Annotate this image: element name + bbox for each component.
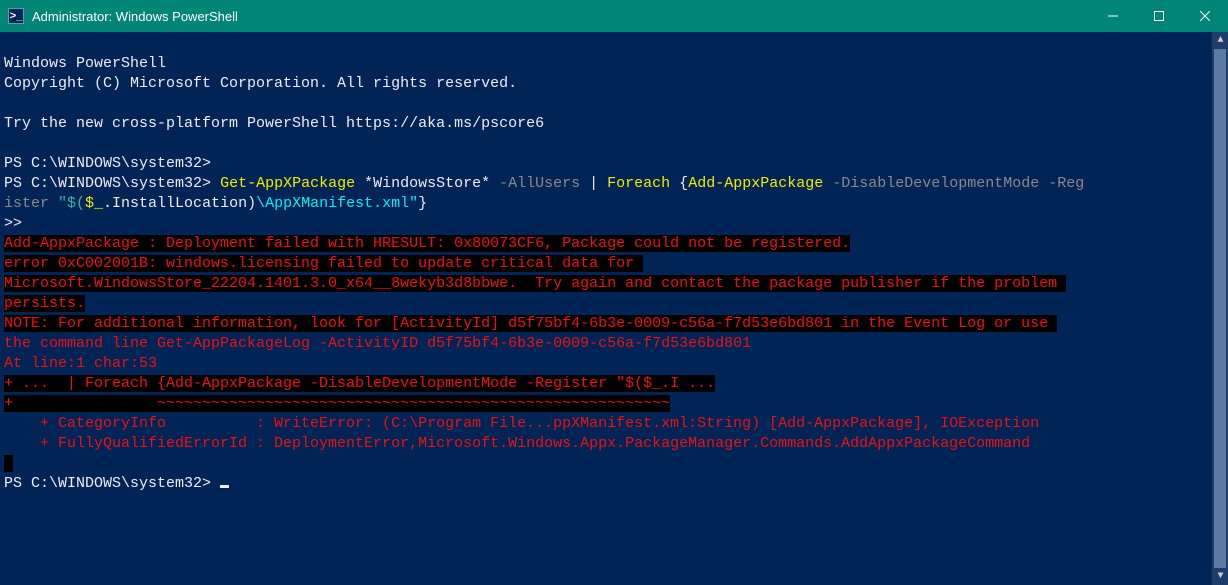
cmd-brace-open: { bbox=[670, 175, 688, 192]
scroll-track[interactable] bbox=[1212, 49, 1228, 568]
cmd-foreach: Foreach bbox=[607, 175, 670, 192]
maximize-button[interactable] bbox=[1136, 0, 1182, 32]
scroll-down-arrow-icon[interactable]: ▼ bbox=[1212, 568, 1228, 585]
error-line-3a: Microsoft.WindowsStore_22204.1401.3.0_x6… bbox=[4, 275, 1066, 292]
cmd-quote-open: "$( bbox=[58, 195, 85, 212]
error-line-4: NOTE: For additional information, look f… bbox=[4, 315, 1057, 332]
console-output[interactable]: Windows PowerShell Copyright (C) Microso… bbox=[0, 32, 1211, 585]
vertical-scrollbar[interactable]: ▲ ▼ bbox=[1211, 32, 1228, 585]
error-line-6: At line:1 char:53 bbox=[4, 355, 157, 372]
error-line-3b: persists. bbox=[4, 295, 85, 312]
header-line-1: Windows PowerShell bbox=[4, 55, 166, 72]
window-title: Administrator: Windows PowerShell bbox=[32, 9, 238, 24]
error-line-errorid: + FullyQualifiedErrorId : DeploymentErro… bbox=[4, 435, 1030, 452]
cmd-getappx: Get-AppXPackage bbox=[220, 175, 355, 192]
cmd-allusers: -AllUsers bbox=[499, 175, 580, 192]
cmd-var: $_ bbox=[85, 195, 103, 212]
close-button[interactable] bbox=[1182, 0, 1228, 32]
scroll-up-arrow-icon[interactable]: ▲ bbox=[1212, 32, 1228, 49]
prompt-1: PS C:\WINDOWS\system32> bbox=[4, 155, 211, 172]
cmd-arg-store: *WindowsStore* bbox=[355, 175, 499, 192]
error-line-8: + ~~~~~~~~~~~~~~~~~~~~~~~~~~~~~~~~~~~~~~… bbox=[4, 395, 670, 412]
cmd-addappx: Add-AppxPackage bbox=[688, 175, 823, 192]
error-trailing-space bbox=[4, 455, 13, 472]
console-area: Windows PowerShell Copyright (C) Microso… bbox=[0, 32, 1228, 585]
prompt-3: PS C:\WINDOWS\system32> bbox=[4, 475, 211, 492]
error-line-category: + CategoryInfo : WriteError: (C:\Program… bbox=[4, 415, 1039, 432]
try-powershell-line: Try the new cross-platform PowerShell ht… bbox=[4, 115, 544, 132]
header-line-2: Copyright (C) Microsoft Corporation. All… bbox=[4, 75, 517, 92]
error-line-5: the command line Get-AppPackageLog -Acti… bbox=[4, 335, 751, 352]
titlebar[interactable]: >_ Administrator: Windows PowerShell bbox=[0, 0, 1228, 32]
cmd-flags-b: ister bbox=[4, 195, 58, 212]
prompt-2: PS C:\WINDOWS\system32> bbox=[4, 175, 211, 192]
continuation-prompt: >> bbox=[4, 215, 22, 232]
cmd-flags-a: -DisableDevelopmentMode -Reg bbox=[823, 175, 1084, 192]
cmd-path: \AppXManifest.xml" bbox=[256, 195, 418, 212]
error-line-1: Add-AppxPackage : Deployment failed with… bbox=[4, 235, 850, 252]
scroll-thumb[interactable] bbox=[1214, 49, 1226, 568]
error-line-7: + ... | Foreach {Add-AppxPackage -Disabl… bbox=[4, 375, 715, 392]
cmd-paren-close: ) bbox=[247, 195, 256, 212]
cursor bbox=[220, 485, 229, 488]
minimize-button[interactable] bbox=[1090, 0, 1136, 32]
cmd-prop: .InstallLocation bbox=[103, 195, 247, 212]
powershell-icon: >_ bbox=[8, 8, 24, 24]
cmd-pipe: | bbox=[580, 175, 607, 192]
cmd-brace-close: } bbox=[418, 195, 427, 212]
error-line-2: error 0xC002001B: windows.licensing fail… bbox=[4, 255, 643, 272]
